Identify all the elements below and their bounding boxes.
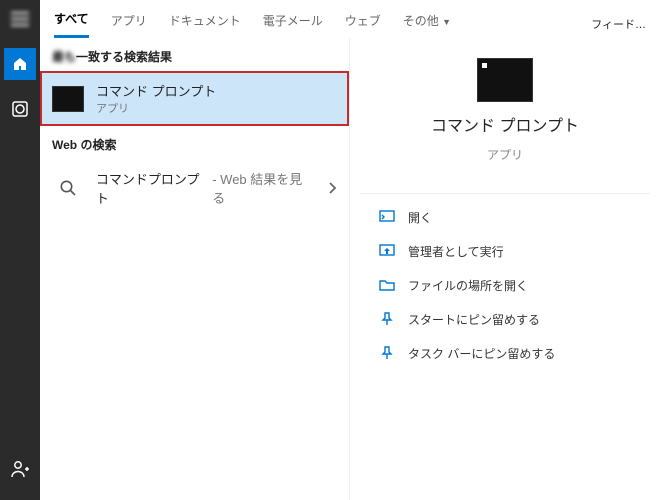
detail-subtitle: アプリ bbox=[487, 146, 523, 163]
tab-email[interactable]: 電子メール bbox=[263, 12, 323, 37]
rail-user-icon[interactable] bbox=[9, 458, 31, 480]
web-search-header: Web の検索 bbox=[40, 126, 349, 159]
admin-icon bbox=[378, 242, 396, 260]
web-result-suffix: - Web 結果を見る bbox=[212, 169, 315, 207]
result-web-search[interactable]: コマンドプロンプト - Web 結果を見る bbox=[40, 159, 349, 217]
left-rail bbox=[0, 0, 40, 500]
pin-start-icon bbox=[378, 310, 396, 328]
tab-all[interactable]: すべて bbox=[54, 10, 89, 38]
tab-more[interactable]: その他 ▼ bbox=[403, 12, 451, 37]
tab-documents[interactable]: ドキュメント bbox=[169, 12, 241, 37]
result-command-prompt[interactable]: コマンド プロンプト アプリ bbox=[40, 71, 349, 126]
results-column: 最も一致する検索結果 コマンド プロンプト アプリ Web の検索 コマンドプロ… bbox=[40, 38, 350, 500]
rail-icon-blurred[interactable] bbox=[9, 8, 31, 30]
action-open-location[interactable]: ファイルの場所を開く bbox=[360, 268, 650, 302]
main-panel: すべて アプリ ドキュメント 電子メール ウェブ その他 ▼ フィード… 最も一… bbox=[40, 0, 660, 500]
action-list: 開く 管理者として実行 ファイルの場所を開く bbox=[360, 193, 650, 370]
search-icon bbox=[52, 175, 84, 201]
rail-clock-icon[interactable] bbox=[9, 98, 31, 120]
chevron-right-icon bbox=[327, 181, 337, 195]
action-open[interactable]: 開く bbox=[360, 200, 650, 234]
pin-taskbar-icon bbox=[378, 344, 396, 362]
action-pin-start[interactable]: スタートにピン留めする bbox=[360, 302, 650, 336]
result-name: コマンド プロンプト bbox=[96, 81, 216, 100]
open-icon bbox=[378, 208, 396, 226]
result-subtitle: アプリ bbox=[96, 100, 216, 116]
action-pin-taskbar[interactable]: タスク バーにピン留めする bbox=[360, 336, 650, 370]
search-tabs: すべて アプリ ドキュメント 電子メール ウェブ その他 ▼ フィード… bbox=[40, 0, 660, 38]
feedback-link[interactable]: フィード… bbox=[591, 16, 646, 32]
detail-title: コマンド プロンプト bbox=[431, 112, 579, 136]
web-result-name: コマンドプロンプト bbox=[96, 169, 212, 207]
tab-web[interactable]: ウェブ bbox=[345, 12, 381, 37]
action-run-admin[interactable]: 管理者として実行 bbox=[360, 234, 650, 268]
tab-apps[interactable]: アプリ bbox=[111, 12, 147, 37]
command-prompt-icon bbox=[52, 86, 84, 112]
best-match-header: 最も一致する検索結果 bbox=[40, 38, 349, 71]
detail-app-icon bbox=[477, 58, 533, 102]
folder-icon bbox=[378, 276, 396, 294]
detail-panel: コマンド プロンプト アプリ 開く 管理者として実行 bbox=[350, 38, 660, 500]
rail-home-icon[interactable] bbox=[4, 48, 36, 80]
